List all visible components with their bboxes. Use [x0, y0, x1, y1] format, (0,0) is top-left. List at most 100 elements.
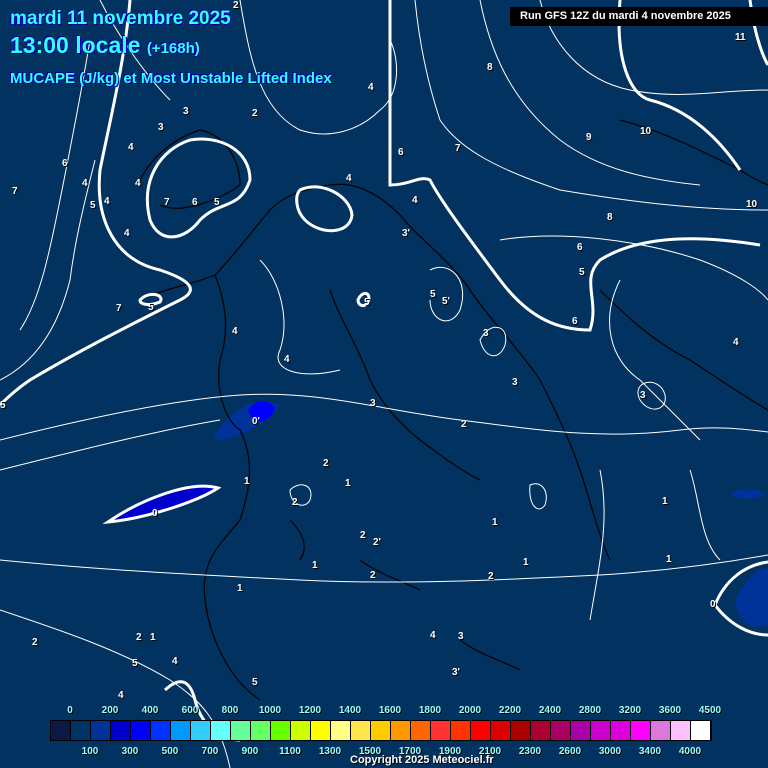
contour-label: 2: [360, 530, 366, 541]
legend-swatch: [111, 721, 131, 740]
contour-label: 2: [32, 637, 38, 648]
contour-label: 7: [455, 143, 461, 154]
contour-label: 4: [368, 82, 374, 93]
legend-swatch: [331, 721, 351, 740]
contour-label: 1: [492, 517, 498, 528]
legend-swatch: [311, 721, 331, 740]
legend-label-bottom: 1300: [318, 746, 342, 757]
legend-swatch: [431, 721, 451, 740]
legend-label-bottom: 2600: [558, 746, 582, 757]
contour-label: 5: [148, 302, 154, 313]
contour-label: 4: [104, 196, 110, 207]
legend-swatch: [291, 721, 311, 740]
legend-label-bottom: 500: [161, 746, 179, 757]
contour-label: 7: [116, 303, 122, 314]
contour-label: 5: [252, 677, 258, 688]
legend-swatch: [151, 721, 171, 740]
contour-label: 1: [312, 560, 318, 571]
legend-swatch: [91, 721, 111, 740]
legend-label-top: 1600: [378, 705, 402, 716]
contour-label: 4: [118, 690, 124, 701]
contour-label: 3: [512, 377, 518, 388]
zero-isolines: [0, 0, 768, 742]
legend-label-bottom: 300: [121, 746, 139, 757]
legend-swatch: [511, 721, 531, 740]
cape-area: [730, 488, 765, 499]
legend-label-bottom: 3400: [638, 746, 662, 757]
contour-label: 5: [0, 400, 6, 411]
contour-label: 3: [458, 631, 464, 642]
legend-swatch: [551, 721, 571, 740]
copyright: Copyright 2025 Meteociel.fr: [350, 754, 494, 766]
contour-label: 6: [192, 197, 198, 208]
contour-label: 2: [292, 497, 298, 508]
contour-label: 1: [523, 557, 529, 568]
legend-swatch: [191, 721, 211, 740]
legend-label-bottom: 100: [81, 746, 99, 757]
legend-label-bottom: 1100: [279, 746, 301, 757]
legend-swatch: [691, 721, 711, 740]
weather-map: 2 3 3 2 4 4 4 6 7 7 6 5 5 4 4 7 5 5 4 4 …: [0, 0, 768, 768]
contour-label: 5: [430, 289, 436, 300]
contour-label: 10: [746, 199, 758, 210]
contour-label: 2: [233, 0, 239, 11]
local-time: 13:00 locale: [10, 32, 141, 58]
contour-label: 6: [398, 147, 404, 158]
contour-label: 4: [430, 630, 436, 641]
contour-label: 4: [82, 178, 88, 189]
legend-swatch: [391, 721, 411, 740]
contour-label: 10: [640, 126, 652, 137]
legend-label-top: 1800: [418, 705, 442, 716]
contour-label: 1: [662, 496, 668, 507]
legend-label-top: 2000: [458, 705, 482, 716]
legend-swatch: [471, 721, 491, 740]
contour-label: 6: [577, 242, 583, 253]
legend-swatch: [671, 721, 691, 740]
legend-swatch: [451, 721, 471, 740]
contour-label: 5: [132, 658, 138, 669]
contour-label: 3: [158, 122, 164, 133]
contour-label: 2': [373, 537, 381, 548]
contour-label: 4: [733, 337, 739, 348]
legend-swatch: [531, 721, 551, 740]
legend-label-top: 1200: [298, 705, 322, 716]
map-canvas: [0, 0, 768, 768]
legend-swatch: [371, 721, 391, 740]
contour-label: 4: [284, 354, 290, 365]
legend-label-bottom: 2300: [518, 746, 542, 757]
contour-label: 3': [402, 228, 410, 239]
color-legend: [50, 720, 712, 741]
cape-area: [735, 568, 768, 627]
contour-label: 8: [607, 212, 613, 223]
legend-label-bottom: 4000: [678, 746, 702, 757]
contour-label: 4: [128, 142, 134, 153]
contour-label: 0': [252, 416, 260, 427]
contour-label: 1: [150, 632, 156, 643]
contour-label: 5: [364, 297, 370, 308]
contour-label: 3': [452, 667, 460, 678]
contour-label: 5: [214, 197, 220, 208]
contour-label: 7: [164, 197, 170, 208]
contour-label: 5: [579, 267, 585, 278]
contour-label: 4: [232, 326, 238, 337]
legend-swatch: [571, 721, 591, 740]
contour-label: 1: [345, 478, 351, 489]
forecast-date: mardi 11 novembre 2025: [10, 8, 231, 29]
contour-label: 2: [136, 632, 142, 643]
legend-label-top: 800: [221, 705, 239, 716]
legend-swatch: [71, 721, 91, 740]
lead-time: (+168h): [146, 40, 200, 57]
legend-swatch: [631, 721, 651, 740]
legend-swatch: [131, 721, 151, 740]
contour-label: 2: [461, 419, 467, 430]
legend-swatch: [611, 721, 631, 740]
contour-label: 3: [370, 398, 376, 409]
legend-swatch: [351, 721, 371, 740]
legend-swatch: [651, 721, 671, 740]
contour-label: 6: [62, 158, 68, 169]
contour-label: 3: [640, 390, 646, 401]
contour-label: 2: [323, 458, 329, 469]
contour-label: 8: [487, 62, 493, 73]
contour-label: 11: [735, 32, 746, 43]
contour-label: 1: [237, 583, 243, 594]
